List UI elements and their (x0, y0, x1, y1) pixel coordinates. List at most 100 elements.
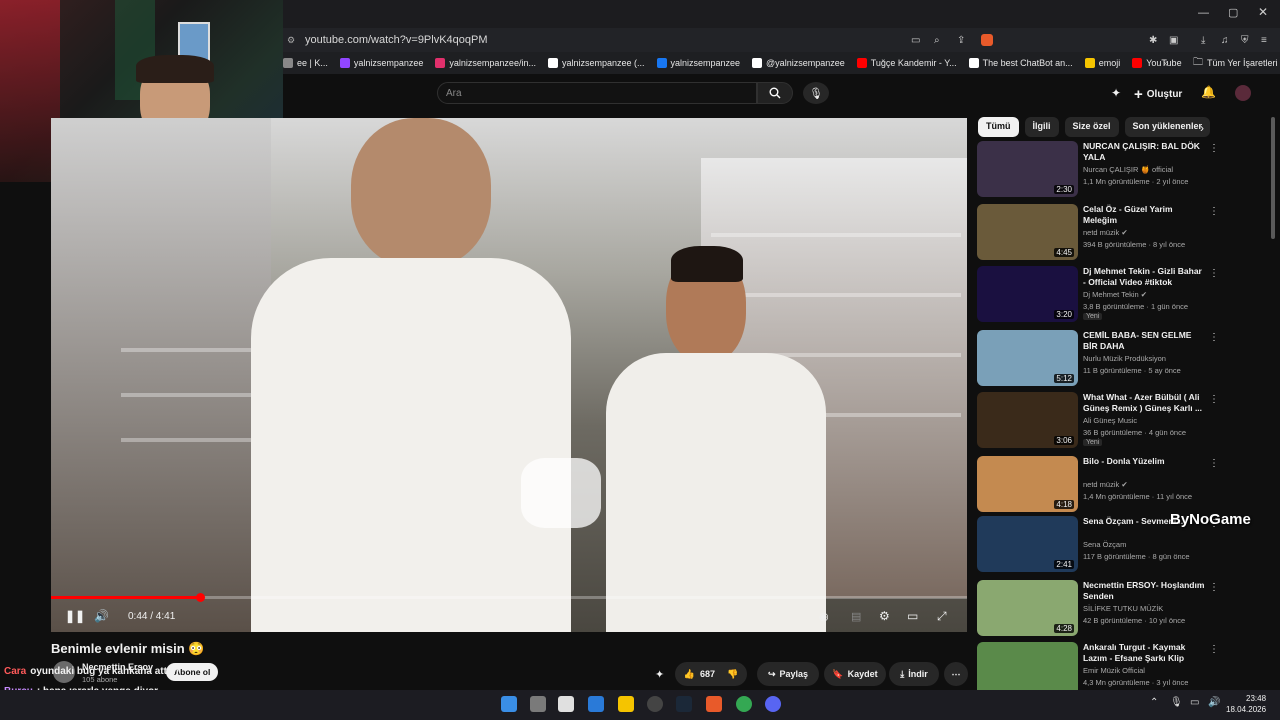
music-icon[interactable]: ♫ (1221, 35, 1229, 46)
recommendation-thumbnail[interactable]: 5:12 (977, 330, 1078, 386)
recommendation-thumbnail[interactable]: 4:18 (977, 456, 1078, 512)
bookmark-item[interactable]: yalnizsempanzee (... (547, 58, 645, 68)
recommendation-title[interactable]: Necmettin ERSOY- Hoşlandım Senden (1083, 580, 1207, 602)
recommendation-channel[interactable]: Dj Mehmet Tekin ✔ (1083, 290, 1147, 299)
download-button[interactable]: ⤓ İndir (889, 662, 939, 686)
settings-gear-icon[interactable]: ⚙ (879, 609, 890, 623)
recommendation-channel[interactable]: netd müzik ✔ (1083, 228, 1128, 237)
recommendation-item[interactable]: 4:18 Bilo - Donla Yüzelim netd müzik ✔ 1,4 … (977, 456, 1267, 516)
chrome-icon[interactable] (736, 696, 752, 712)
notepad-icon[interactable] (558, 696, 574, 712)
notifications-icon[interactable]: 🔔 (1201, 85, 1216, 99)
address-bar[interactable]: ⚙ youtube.com/watch?v=9PlvK4qoqPM ▭ ⌕ ⇪ … (283, 28, 1280, 52)
speaker-icon[interactable]: 🔊 (1208, 697, 1220, 708)
more-options-icon[interactable]: ⋮ (1209, 644, 1219, 655)
file-explorer-icon[interactable] (618, 696, 634, 712)
recommendation-title[interactable]: Ankaralı Turgut - Kaymak Lazım - Efsane … (1083, 642, 1207, 664)
vpn-icon[interactable]: ⛨ (1241, 35, 1249, 46)
more-options-icon[interactable]: ⋮ (1209, 143, 1219, 154)
recommendation-title[interactable]: Celal Öz - Güzel Yarim Meleğim (1083, 204, 1207, 226)
like-count[interactable]: 687 (700, 669, 715, 679)
network-icon[interactable]: ▭ (1190, 697, 1199, 708)
all-bookmarks[interactable]: 🗀 Tüm Yer İşaretleri (1193, 55, 1278, 72)
brave-icon[interactable] (706, 696, 722, 712)
tray-mic-icon[interactable]: 🎙 (1170, 697, 1183, 708)
bookmark-item[interactable]: YouTube (1132, 58, 1182, 68)
share-page-icon[interactable]: ⇪ (957, 35, 965, 46)
clock[interactable]: 23:48 18.04.2026 (1226, 693, 1266, 715)
recommendation-item[interactable]: 5:12 CEMİL BABA- SEN GELME BİR DAHA Nurlu … (977, 330, 1267, 390)
recommendation-title[interactable]: Bilo - Donla Yüzelim (1083, 456, 1207, 467)
recommendation-thumbnail[interactable]: 2:30 (977, 141, 1078, 197)
bookmark-item[interactable]: yalnizsempanzee/in... (435, 58, 536, 68)
more-bookmarks-icon[interactable]: » (1163, 58, 1169, 69)
task-view-icon[interactable] (530, 696, 546, 712)
bookmark-item[interactable]: Tuğçe Kandemir - Y... (856, 58, 957, 68)
scrollbar[interactable] (1271, 117, 1275, 239)
recommendation-channel[interactable]: Nurcan ÇALIŞIR 🍯 official (1083, 165, 1173, 174)
more-options-icon[interactable]: ⋮ (1209, 458, 1219, 469)
recommendation-title[interactable]: What What - Azer Bülbül ( Ali Güneş Remi… (1083, 392, 1207, 414)
cast-icon[interactable]: ▭ (911, 35, 920, 46)
recommendation-item[interactable]: 2:30 NURCAN ÇALIŞIR: BAL DÖK YALA Nurcan Ç… (977, 141, 1267, 201)
store-icon[interactable] (588, 696, 604, 712)
recommendation-thumbnail[interactable]: 3:20 (977, 266, 1078, 322)
extensions-icon[interactable]: ✱ (1149, 35, 1157, 46)
more-actions-button[interactable]: ⋯ (944, 662, 968, 686)
bookmark-item[interactable]: ee | K... (283, 58, 328, 68)
brave-shield-icon[interactable] (981, 34, 993, 46)
more-options-icon[interactable]: ⋮ (1209, 206, 1219, 217)
chip-recent[interactable]: Son yüklenenler (1124, 117, 1211, 137)
obs-icon[interactable] (647, 696, 663, 712)
search-input[interactable]: Ara (437, 82, 757, 104)
volume-icon[interactable]: 🔊 (94, 609, 109, 623)
video-player[interactable] (51, 118, 967, 632)
maximize-icon[interactable]: ▢ (1228, 6, 1238, 19)
recommendation-title[interactable]: NURCAN ÇALIŞIR: BAL DÖK YALA (1083, 141, 1207, 163)
more-options-icon[interactable]: ⋮ (1209, 268, 1219, 279)
bookmark-item[interactable]: emoji (1084, 58, 1120, 68)
start-icon[interactable] (501, 696, 517, 712)
recommendation-item[interactable]: 4:45 Celal Öz - Güzel Yarim Meleğim netd m… (977, 204, 1267, 264)
bookmark-item[interactable]: @yalnizsempanzee (752, 58, 845, 68)
recommendation-item[interactable]: 3:06 What What - Azer Bülbül ( Ali Güneş … (977, 392, 1267, 452)
recommendation-channel[interactable]: netd müzik ✔ (1083, 480, 1128, 489)
chat-username[interactable]: Cara (4, 666, 26, 677)
save-button[interactable]: 🔖 Kaydet (824, 662, 886, 686)
recommendation-channel[interactable]: SİLİFKE TUTKU MÜZİK (1083, 604, 1163, 613)
voice-search-button[interactable]: 🎙 (803, 82, 829, 104)
menu-icon[interactable]: ≡ (1261, 35, 1267, 46)
theater-mode-icon[interactable]: ▭ (907, 609, 918, 623)
recommendation-thumbnail[interactable]: 2:41 (977, 516, 1078, 572)
recommendation-channel[interactable]: Sena Özçam (1083, 540, 1126, 549)
studio-icon[interactable]: ✦ (1111, 86, 1121, 100)
autoplay-toggle-icon[interactable]: ◉ (819, 610, 829, 623)
more-options-icon[interactable]: ⋮ (1209, 394, 1219, 405)
chevron-right-icon[interactable]: › (1200, 121, 1204, 135)
bookmark-item[interactable]: yalnizsempanzee (339, 58, 423, 68)
site-info-icon[interactable]: ⚙ (287, 35, 295, 46)
fullscreen-icon[interactable]: ⤢ (937, 609, 947, 624)
recommendation-thumbnail[interactable]: 3:06 (977, 392, 1078, 448)
steam-icon[interactable] (676, 696, 692, 712)
dislike-icon[interactable]: 👎 (727, 669, 738, 680)
minimize-icon[interactable]: — (1198, 7, 1209, 19)
pause-icon[interactable]: ❚❚ (65, 609, 85, 623)
bookmark-item[interactable]: The best ChatBot an... (968, 58, 1073, 68)
recommendation-thumbnail[interactable]: 4:45 (977, 204, 1078, 260)
zoom-icon[interactable]: ⌕ (934, 35, 940, 46)
recommendation-channel[interactable]: Nurlu Müzik Prodüksiyon (1083, 354, 1166, 363)
bookmark-item[interactable]: yalnizsempanzee (656, 58, 740, 68)
sparkle-icon[interactable]: ✦ (655, 668, 664, 681)
recommendation-item[interactable]: 4:28 Necmettin ERSOY- Hoşlandım Senden SİL… (977, 580, 1267, 640)
search-button[interactable] (757, 82, 793, 104)
more-options-icon[interactable]: ⋮ (1209, 582, 1219, 593)
subtitles-icon[interactable]: ▤ (851, 610, 861, 623)
sidebar-icon[interactable]: ▣ (1169, 35, 1178, 46)
recommendation-title[interactable]: CEMİL BABA- SEN GELME BİR DAHA (1083, 330, 1207, 352)
download-icon[interactable]: ⤓ (1201, 35, 1205, 46)
avatar[interactable] (1235, 85, 1251, 101)
tray-chevron-icon[interactable]: ⌃ (1150, 697, 1158, 708)
close-icon[interactable]: ✕ (1258, 5, 1268, 19)
recommendation-item[interactable]: 3:20 Dj Mehmet Tekin - Gizli Bahar - Offi… (977, 266, 1267, 326)
